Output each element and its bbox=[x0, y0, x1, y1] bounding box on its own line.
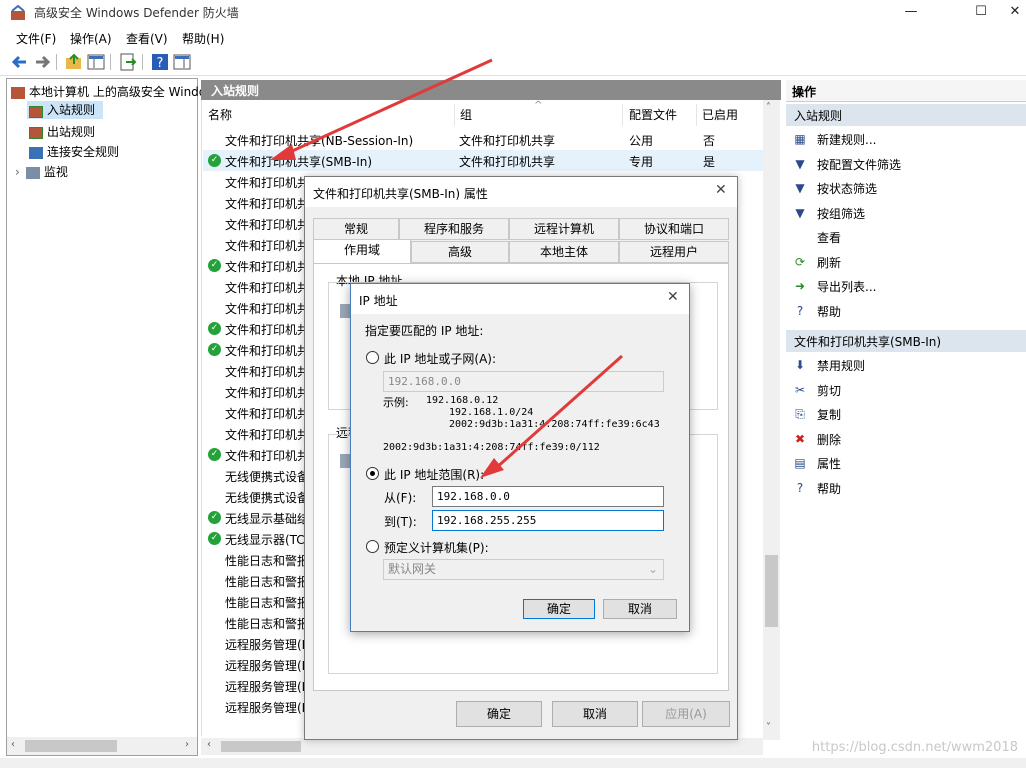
status-bar bbox=[0, 758, 1026, 768]
arrow-to-smb-rule bbox=[270, 58, 493, 160]
tab-scope[interactable]: 作用域 bbox=[313, 239, 411, 263]
annotation-arrows bbox=[270, 58, 623, 478]
watermark: https://blog.csdn.net/wwm2018 bbox=[811, 740, 1018, 755]
arrow-to-ip-range bbox=[480, 354, 623, 478]
